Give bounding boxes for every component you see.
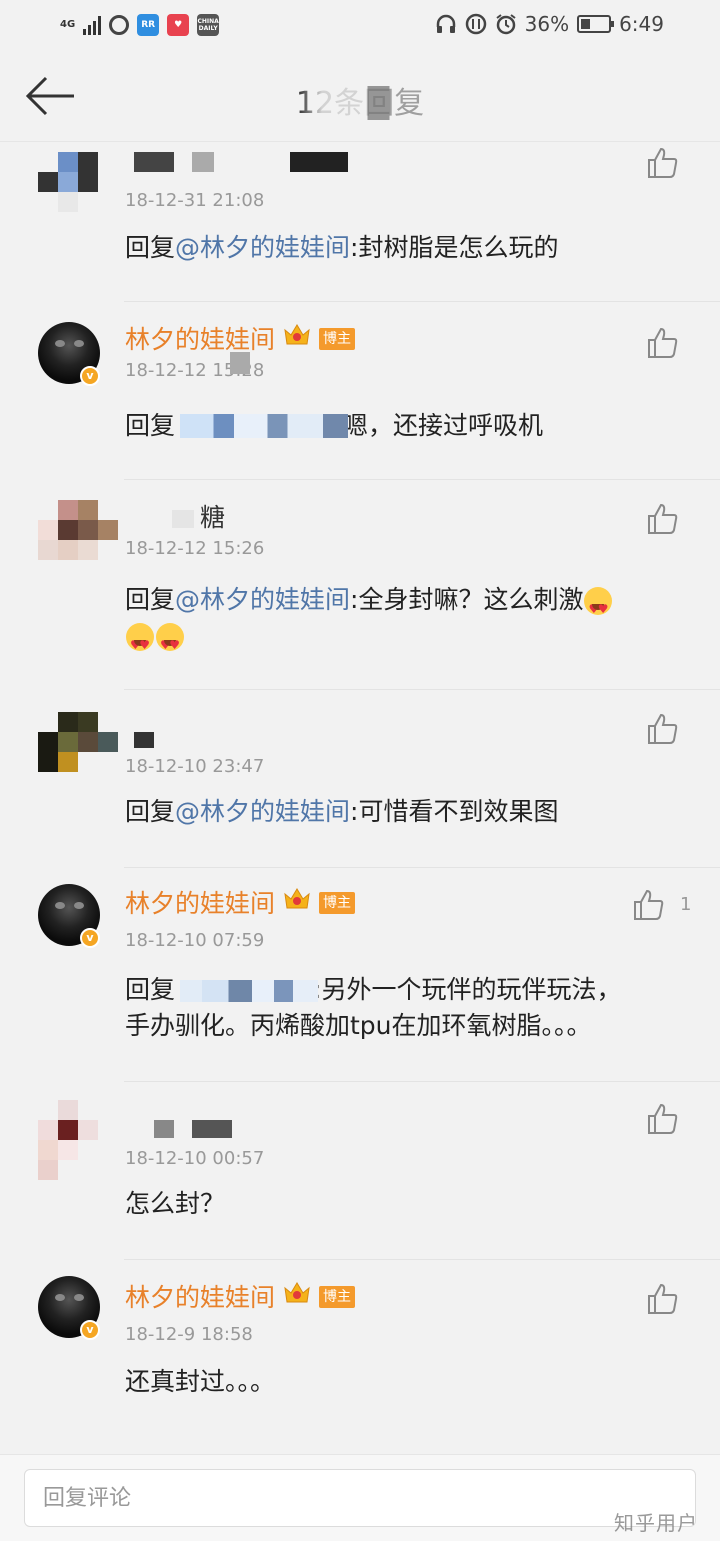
- comment-item: 18-12-10 00:57 怎么封？: [0, 1082, 720, 1260]
- author-badge: 博主: [319, 1286, 355, 1308]
- comment-time: 18-12-10 07:59: [125, 930, 265, 951]
- like-count: 1: [680, 894, 692, 915]
- author-badge: 博主: [319, 328, 355, 350]
- username-mosaic: [154, 1120, 174, 1138]
- battery-icon: [577, 15, 615, 33]
- comment-content: 还真封过。。。: [125, 1367, 276, 1396]
- comment-item: v 林夕的娃娃间 博主 18-12-10 07:59 回复 :另外一个玩伴的玩伴玩…: [0, 868, 720, 1082]
- netease-icon: [109, 15, 130, 35]
- like-icon[interactable]: [646, 146, 680, 180]
- mention-link[interactable]: @林夕的娃娃间: [175, 797, 350, 826]
- comment-item: 18-12-10 23:47 回复@林夕的娃娃间:可惜看不到效果图: [0, 690, 720, 868]
- crown-icon: [284, 1282, 310, 1303]
- avatar[interactable]: [38, 1100, 98, 1180]
- comment-time: 18-12-12 15:26: [125, 538, 265, 559]
- comment-time: 18-12-31 21:08: [125, 190, 265, 211]
- avatar[interactable]: [38, 500, 118, 560]
- like-icon[interactable]: [632, 888, 666, 922]
- app-red-icon: ♥: [167, 14, 190, 36]
- heart-eyes-emoji-icon: [156, 623, 184, 663]
- content-text: :可惜看不到效果图: [350, 797, 559, 826]
- username[interactable]: 糖: [200, 498, 225, 534]
- avatar[interactable]: [38, 152, 98, 212]
- content-text: 嗯，还接过呼吸机: [343, 411, 544, 440]
- verified-badge: v: [80, 928, 100, 948]
- heart-eyes-emoji-icon: [584, 587, 613, 627]
- china-daily-icon: CHINA DAILY: [197, 14, 220, 36]
- mention-mosaic: [180, 980, 318, 1002]
- username[interactable]: 林夕的娃娃间: [125, 320, 275, 356]
- header: 12条回复: [0, 56, 720, 142]
- heart-eyes-emoji-icon: [126, 623, 154, 663]
- username-mosaic: [290, 152, 348, 172]
- signal-icon: [83, 15, 102, 35]
- content-prefix: 回复: [125, 411, 176, 440]
- data-saver-icon: [465, 13, 486, 35]
- comment-content: 怎么封？: [125, 1189, 226, 1218]
- clock: 6:49: [619, 12, 664, 36]
- comment-item: 18-12-31 21:08 回复@林夕的娃娃间:封树脂是怎么玩的: [0, 142, 720, 302]
- network-type: 4G: [60, 19, 76, 30]
- title-mosaic: [296, 86, 426, 120]
- comment-time: 18-12-10 23:47: [125, 756, 265, 777]
- status-right: 36% 6:49: [435, 12, 664, 36]
- content-prefix: 回复: [125, 233, 176, 262]
- reply-input[interactable]: [24, 1469, 696, 1527]
- comment-item: v 林夕的娃娃间 博主 18-12-12 15:28 回复 嗯，还接过呼吸机: [0, 302, 720, 480]
- avatar[interactable]: [38, 712, 118, 772]
- like-icon[interactable]: [646, 326, 680, 360]
- reply-bar: 知乎用户: [0, 1454, 720, 1541]
- mention-link[interactable]: @林夕的娃娃间: [175, 233, 350, 262]
- content-prefix: 回复: [125, 975, 176, 1004]
- comment-content: 回复@林夕的娃娃间:全身封嘛？这么刺激: [125, 582, 613, 627]
- comment-list: 18-12-31 21:08 回复@林夕的娃娃间:封树脂是怎么玩的 v 林夕的娃…: [0, 142, 720, 1450]
- like-icon[interactable]: [646, 502, 680, 536]
- comment-time: 18-12-10 00:57: [125, 1148, 265, 1169]
- content-text: :另外一个玩伴的玩伴玩法，: [313, 975, 622, 1004]
- battery-fill: [581, 19, 591, 29]
- headphone-icon: [436, 14, 455, 33]
- comment-content-line2: 手办驯化。丙烯酸加tpu在加环氧树脂。。。: [125, 1011, 592, 1040]
- status-bar: 4G RR ♥ CHINA DAILY 36% 6:49: [0, 0, 720, 56]
- username-mosaic: [192, 1120, 232, 1138]
- like-icon[interactable]: [646, 712, 680, 746]
- alarm-icon: [496, 14, 516, 35]
- battery-percent: 36%: [524, 12, 570, 36]
- comment-content: 回复@林夕的娃娃间:可惜看不到效果图: [125, 794, 558, 830]
- verified-badge: v: [80, 366, 100, 386]
- content-prefix: 回复: [125, 797, 176, 826]
- username-mosaic: [172, 510, 194, 528]
- content-text: :全身封嘛？这么刺激: [350, 585, 584, 614]
- time-mosaic: [230, 352, 250, 374]
- watermark: 知乎用户: [614, 1511, 698, 1535]
- mention-link[interactable]: @林夕的娃娃间: [175, 585, 350, 614]
- author-badge: 博主: [319, 892, 355, 914]
- like-icon[interactable]: [646, 1282, 680, 1316]
- like-icon[interactable]: [646, 1102, 680, 1136]
- content-prefix: 回复: [125, 585, 176, 614]
- crown-icon: [284, 324, 310, 345]
- username-mosaic: [134, 152, 174, 172]
- content-text: :封树脂是怎么玩的: [350, 233, 559, 262]
- crown-icon: [284, 888, 310, 909]
- mention-mosaic: [180, 414, 348, 438]
- comment-content: 回复@林夕的娃娃间:封树脂是怎么玩的: [125, 230, 558, 266]
- username[interactable]: 林夕的娃娃间: [125, 1278, 275, 1314]
- status-left: 4G RR ♥ CHINA DAILY: [60, 14, 220, 36]
- comment-content-line2: [125, 618, 185, 663]
- username-mosaic: [134, 732, 154, 748]
- comment-item: 糖 18-12-12 15:26 回复@林夕的娃娃间:全身封嘛？这么刺激: [0, 480, 720, 690]
- comment-item: v 林夕的娃娃间 博主 18-12-9 18:58 还真封过。。。: [0, 1260, 720, 1450]
- comment-time: 18-12-9 18:58: [125, 1324, 253, 1345]
- rr-icon: RR: [137, 14, 160, 36]
- username[interactable]: 林夕的娃娃间: [125, 884, 275, 920]
- username-mosaic: [192, 152, 214, 172]
- verified-badge: v: [80, 1320, 100, 1340]
